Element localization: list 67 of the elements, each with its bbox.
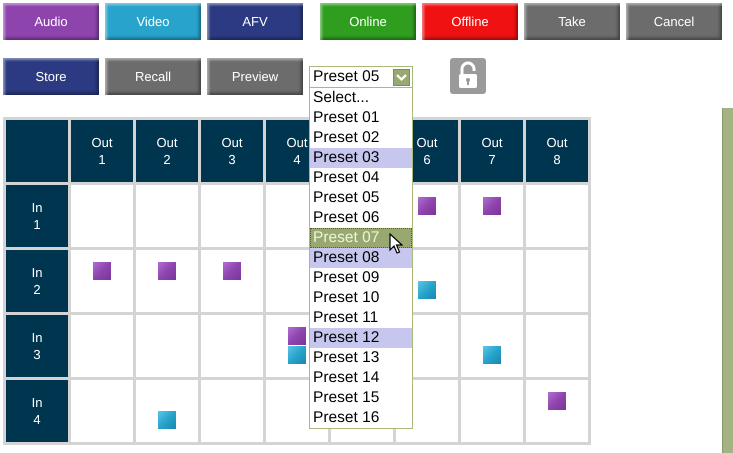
input-header: In 3 <box>6 315 68 377</box>
toolbar-button[interactable]: Cancel <box>626 3 722 40</box>
dropdown-option[interactable]: Preset 13 <box>310 348 412 368</box>
matrix-cell[interactable] <box>71 380 133 442</box>
output-header: Out 7 <box>461 120 523 182</box>
matrix-cell[interactable] <box>201 250 263 312</box>
matrix-cell[interactable] <box>136 250 198 312</box>
matrix-cell[interactable] <box>201 380 263 442</box>
preset-button[interactable]: Store <box>3 58 99 95</box>
dropdown-option[interactable]: Preset 15 <box>310 388 412 408</box>
audio-route-marker <box>158 262 176 280</box>
matrix-cell[interactable] <box>461 185 523 247</box>
matrix-cell[interactable] <box>71 315 133 377</box>
toolbar-button[interactable]: Audio <box>3 3 99 40</box>
matrix-cell[interactable] <box>461 380 523 442</box>
dropdown-option[interactable]: Preset 14 <box>310 368 412 388</box>
matrix-cell[interactable] <box>136 380 198 442</box>
audio-route-marker <box>93 262 111 280</box>
output-header: Out 2 <box>136 120 198 182</box>
dropdown-option[interactable]: Preset 05 <box>310 188 412 208</box>
dropdown-option[interactable]: Preset 03 <box>310 148 412 168</box>
corner-cell <box>6 120 68 182</box>
matrix-cell[interactable] <box>136 315 198 377</box>
dropdown-option[interactable]: Select... <box>310 88 412 108</box>
matrix-cell[interactable] <box>201 185 263 247</box>
video-route-marker <box>418 281 436 299</box>
dropdown-option[interactable]: Preset 09 <box>310 268 412 288</box>
matrix-cell[interactable] <box>526 315 588 377</box>
input-header: In 2 <box>6 250 68 312</box>
matrix-cell[interactable] <box>136 185 198 247</box>
audio-route-marker <box>548 392 566 410</box>
toolbar-button[interactable]: AFV <box>207 3 303 40</box>
dropdown-option[interactable]: Preset 16 <box>310 408 412 428</box>
input-header: In 4 <box>6 380 68 442</box>
toolbar-button[interactable]: Take <box>524 3 620 40</box>
scrollbar[interactable] <box>722 108 733 453</box>
matrix-cell[interactable] <box>461 315 523 377</box>
video-route-marker <box>483 346 501 364</box>
dropdown-option[interactable]: Preset 12 <box>310 328 412 348</box>
output-header: Out 8 <box>526 120 588 182</box>
dropdown-option[interactable]: Preset 11 <box>310 308 412 328</box>
toolbar-button[interactable]: Offline <box>422 3 518 40</box>
preset-button[interactable]: Preview <box>207 58 303 95</box>
output-header: Out 3 <box>201 120 263 182</box>
chevron-down-icon <box>393 68 410 86</box>
audio-route-marker <box>288 327 306 345</box>
padlock-icon[interactable] <box>450 58 486 94</box>
matrix-cell[interactable] <box>526 185 588 247</box>
dropdown-option[interactable]: Preset 10 <box>310 288 412 308</box>
preset-button[interactable]: Recall <box>105 58 201 95</box>
matrix-cell[interactable] <box>526 380 588 442</box>
dropdown-option[interactable]: Preset 08 <box>310 248 412 268</box>
mouse-cursor-icon <box>389 233 403 255</box>
matrix-cell[interactable] <box>526 250 588 312</box>
matrix-cell[interactable] <box>71 185 133 247</box>
output-header: Out 1 <box>71 120 133 182</box>
matrix-cell[interactable] <box>201 315 263 377</box>
audio-route-marker <box>418 197 436 215</box>
matrix-cell[interactable] <box>71 250 133 312</box>
dropdown-option[interactable]: Preset 06 <box>310 208 412 228</box>
video-route-marker <box>288 346 306 364</box>
matrix-cell[interactable] <box>461 250 523 312</box>
audio-route-marker <box>483 197 501 215</box>
preset-dropdown[interactable]: Preset 05 <box>309 66 413 88</box>
input-header: In 1 <box>6 185 68 247</box>
audio-route-marker <box>223 262 241 280</box>
video-route-marker <box>158 411 176 429</box>
